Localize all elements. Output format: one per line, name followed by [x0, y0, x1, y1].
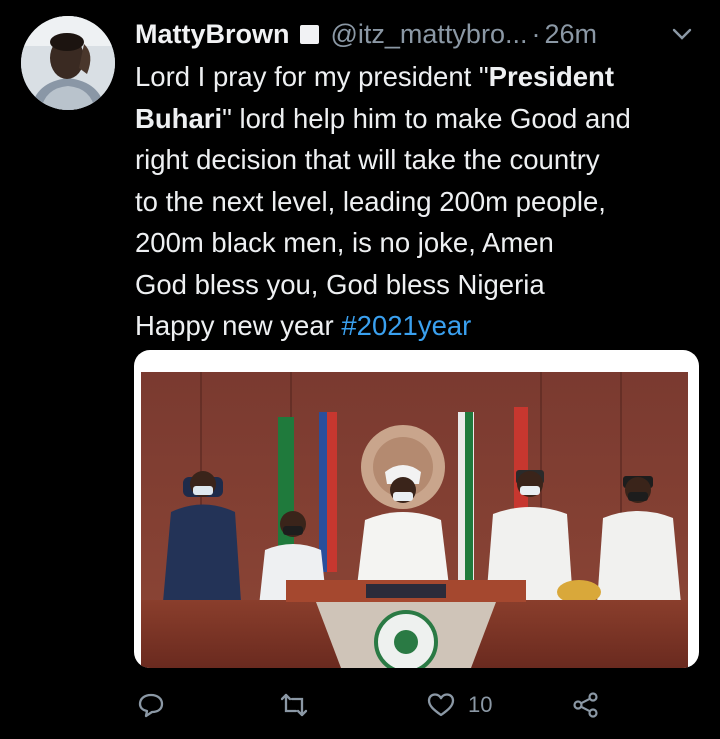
text-line: to the next level, leading 200m people, [135, 185, 606, 217]
like-count: 10 [468, 692, 493, 717]
tweet-actions: 10 [0, 680, 720, 730]
avatar-photo [21, 16, 115, 110]
text-line: 200m black men, is no joke, Amen [135, 227, 554, 258]
verified-badge-icon [299, 24, 319, 44]
tweet-media[interactable] [134, 350, 699, 668]
author-handle[interactable]: @itz_mattybro... [331, 19, 528, 50]
share-button[interactable] [571, 688, 601, 722]
text-segment: Lord I pray for my president " [135, 61, 489, 92]
text-line: Lord I pray for my president "President [135, 56, 705, 98]
timestamp[interactable]: 26m [544, 19, 597, 50]
hashtag-link[interactable]: #2021year [341, 310, 471, 341]
chevron-down-icon[interactable] [668, 20, 696, 48]
text-segment: " lord help him to make Good and [222, 102, 631, 134]
separator: · [531, 18, 541, 49]
text-line: Happy new year #2021year [135, 305, 705, 347]
retweet-button[interactable] [279, 688, 309, 722]
text-bold: Buhari [135, 102, 223, 134]
text-line: right decision that will take the countr… [135, 144, 600, 175]
like-button[interactable]: 10 [426, 688, 492, 722]
author-name[interactable]: MattyBrown [135, 19, 290, 50]
text-segment: Happy new year [135, 310, 342, 341]
reply-icon [138, 693, 164, 718]
text-line: God bless you, God bless Nigeria [135, 268, 545, 300]
tweet-photo [141, 372, 688, 668]
retweet-icon [280, 693, 308, 717]
tweet-text: Lord I pray for my president "President … [135, 56, 705, 347]
tweet-header: MattyBrown @itz_mattybro... · 26m [135, 16, 700, 52]
text-bold: President [488, 61, 614, 92]
text-line: Buhari" lord help him to make Good and [135, 98, 705, 140]
heart-icon [427, 693, 455, 717]
reply-button[interactable] [136, 688, 166, 722]
avatar[interactable] [21, 16, 115, 110]
share-icon [573, 692, 598, 718]
